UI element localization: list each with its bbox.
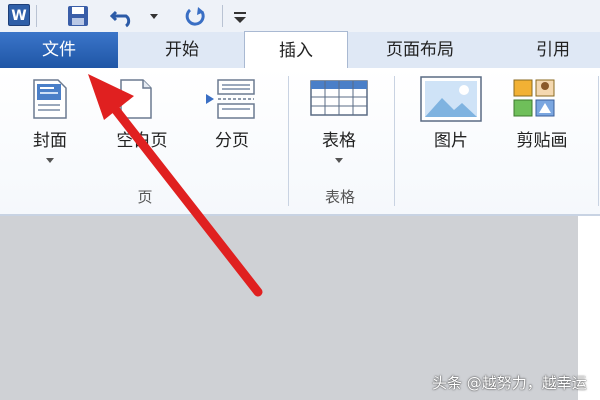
watermark-text: 头条 @越努力，越幸运 <box>432 374 587 392</box>
page-break-label: 分页 <box>215 131 249 151</box>
tab-references[interactable]: 引用 <box>496 32 600 68</box>
customize-dropdown-icon[interactable] <box>232 4 248 28</box>
picture-icon <box>420 76 482 122</box>
group-separator <box>394 76 395 206</box>
cover-page-label: 封面 <box>33 131 67 151</box>
tab-home[interactable]: 开始 <box>130 32 234 68</box>
cover-page-icon <box>33 79 67 119</box>
group-separator <box>288 76 289 206</box>
table-label: 表格 <box>322 131 356 151</box>
chevron-down-icon <box>46 158 54 163</box>
group-label-pages: 页 <box>137 188 153 206</box>
tab-page-layout[interactable]: 页面布局 <box>358 32 482 68</box>
toolbar-separator <box>222 5 223 27</box>
table-icon <box>310 80 368 116</box>
tab-file[interactable]: 文件 <box>0 32 118 68</box>
page-break-icon <box>206 79 255 119</box>
clip-art-label: 剪贴画 <box>516 131 568 151</box>
blank-page-icon <box>120 79 152 119</box>
word-app-icon[interactable]: W <box>8 4 30 26</box>
chevron-down-icon <box>335 158 343 163</box>
save-icon[interactable] <box>66 4 90 28</box>
group-label-tables: 表格 <box>324 188 355 206</box>
quick-access-toolbar: W <box>0 0 600 32</box>
redo-icon[interactable] <box>184 4 208 28</box>
toolbar-separator <box>36 5 37 27</box>
ribbon-tab-bar: 文件 开始 插入 页面布局 引用 <box>0 31 600 69</box>
group-separator <box>598 76 599 206</box>
ribbon-panel: 封面 空白页 分页 页 表格 表格 图片 剪贴画 <box>0 68 600 216</box>
blank-page-label: 空白页 <box>116 131 168 151</box>
undo-dropdown-icon[interactable] <box>148 4 160 28</box>
tab-insert[interactable]: 插入 <box>244 31 348 69</box>
clip-art-icon <box>513 79 555 117</box>
picture-label: 图片 <box>434 131 468 151</box>
undo-icon[interactable] <box>110 4 136 28</box>
